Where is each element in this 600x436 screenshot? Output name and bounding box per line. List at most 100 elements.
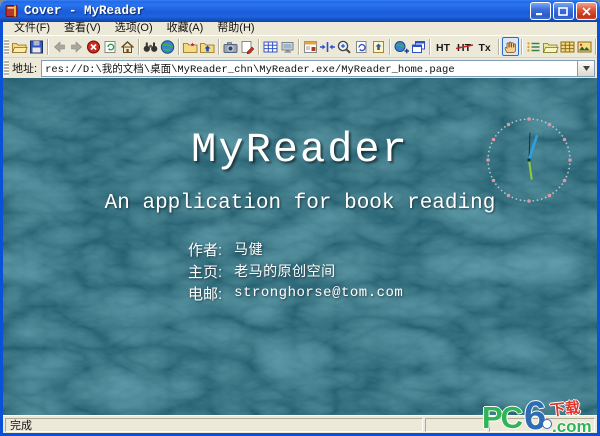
monitor-view-button[interactable] <box>279 37 296 56</box>
arrow-right-icon <box>68 39 85 55</box>
folder-open2-icon <box>542 39 559 55</box>
folder-up-button[interactable] <box>199 37 216 56</box>
chevron-down-icon <box>582 65 590 71</box>
toolbar-separator <box>298 38 300 55</box>
menu-help[interactable]: 帮助(H) <box>211 22 260 35</box>
toolbar-separator <box>389 38 391 55</box>
menu-options[interactable]: 选项(O) <box>109 22 159 35</box>
index-list-button[interactable] <box>525 37 542 56</box>
toolbar-separator <box>47 38 49 55</box>
table-icon <box>262 39 279 55</box>
toolbar-separator <box>138 38 140 55</box>
text-ht-strike-icon: HT <box>456 39 473 55</box>
text-mode-button[interactable]: Tx <box>475 37 496 56</box>
close-icon <box>582 6 591 16</box>
address-value[interactable]: res://D:\我的文档\桌面\MyReader_chn\MyReader.e… <box>42 61 577 76</box>
open-url-button[interactable] <box>393 37 410 56</box>
refresh-icon <box>102 39 119 55</box>
fit-width-icon <box>319 39 336 55</box>
thumbnails-button[interactable] <box>559 37 576 56</box>
zoom-button[interactable] <box>336 37 353 56</box>
cascade-icon <box>410 39 427 55</box>
magnifier-icon <box>336 39 353 55</box>
addressbar-grip[interactable] <box>4 60 9 76</box>
export-page-button[interactable] <box>370 37 387 56</box>
maximize-icon <box>558 6 568 16</box>
address-label: 地址: <box>12 63 38 75</box>
search-button[interactable] <box>142 37 159 56</box>
title-bar[interactable]: Cover - MyReader <box>0 0 600 22</box>
window-frame: 文件(F)查看(V)选项(O)收藏(A)帮助(H) HTHTTx? 地址: re… <box>0 22 600 436</box>
image-icon <box>576 39 593 55</box>
toolbar-separator <box>258 38 260 55</box>
clock-widget <box>486 117 572 203</box>
page-up-icon <box>370 39 387 55</box>
save-button[interactable] <box>28 37 45 56</box>
favorites-folder-button[interactable] <box>182 37 199 56</box>
page-rotate-icon <box>353 39 370 55</box>
rotate-page-button[interactable] <box>353 37 370 56</box>
menu-view[interactable]: 查看(V) <box>58 22 107 35</box>
status-panel <box>425 417 487 432</box>
open-button[interactable] <box>11 37 28 56</box>
html-off-button[interactable]: HT <box>454 37 475 56</box>
edit-image-button[interactable] <box>239 37 256 56</box>
image-view-button[interactable] <box>576 37 593 56</box>
page-layout-button[interactable] <box>302 37 319 56</box>
info-label: 电邮: <box>188 285 223 303</box>
folder-star-icon <box>182 39 199 55</box>
camera-icon <box>222 39 239 55</box>
status-panel <box>489 417 595 432</box>
floppy-icon <box>28 39 45 55</box>
home-button[interactable] <box>119 37 136 56</box>
html-mode-button[interactable]: HT <box>433 37 454 56</box>
status-bar: 完成 <box>3 415 597 433</box>
status-text: 完成 <box>5 417 423 432</box>
arrow-left-icon <box>51 39 68 55</box>
menu-favorites[interactable]: 收藏(A) <box>161 22 210 35</box>
grid-yellow-icon <box>559 39 576 55</box>
address-input[interactable]: res://D:\我的文档\桌面\MyReader_chn\MyReader.e… <box>41 59 595 77</box>
address-bar: 地址: res://D:\我的文档\桌面\MyReader_chn\MyRead… <box>3 58 597 78</box>
stop-icon <box>85 39 102 55</box>
folder-up-icon <box>199 39 216 55</box>
toolbar-separator <box>429 38 431 55</box>
hand-tool-button[interactable] <box>502 37 519 56</box>
browser-button[interactable] <box>159 37 176 56</box>
toolbar-grip[interactable] <box>4 38 9 55</box>
page-layout-icon <box>302 39 319 55</box>
stop-button[interactable] <box>85 37 102 56</box>
monitor-icon <box>279 39 296 55</box>
home-icon <box>119 39 136 55</box>
minimize-icon <box>536 12 542 15</box>
minimize-button[interactable] <box>530 2 551 20</box>
info-row: 电邮: stronghorse@tom.com <box>188 282 403 304</box>
address-dropdown-button[interactable] <box>577 60 594 76</box>
svg-text:Tx: Tx <box>479 42 491 54</box>
cascade-windows-button[interactable] <box>410 37 427 56</box>
table-view-button[interactable] <box>262 37 279 56</box>
binoculars-icon <box>142 39 159 55</box>
maximize-button[interactable] <box>553 2 574 20</box>
text-tx-icon: Tx <box>477 39 494 55</box>
info-row: 作者: 马健 <box>188 238 403 260</box>
toolbar-separator <box>595 38 597 55</box>
open-book-button[interactable] <box>542 37 559 56</box>
info-value: 马健 <box>234 243 264 259</box>
info-value: 老马的原创空间 <box>234 265 336 281</box>
list-icon <box>525 39 542 55</box>
snapshot-button[interactable] <box>222 37 239 56</box>
menu-file[interactable]: 文件(F) <box>8 22 56 35</box>
refresh-button[interactable] <box>102 37 119 56</box>
window-title: Cover - MyReader <box>24 4 145 18</box>
info-block: 作者: 马健 主页: 老马的原创空间 电邮: stronghorse@tom.com <box>188 238 403 304</box>
toolbar-separator <box>178 38 180 55</box>
toolbar-separator <box>218 38 220 55</box>
app-window: Cover - MyReader 文件(F) 查看(V) 选项(O) 收藏(A) 帮助(… <box>0 0 600 436</box>
info-label: 作者: <box>188 241 223 259</box>
close-button[interactable] <box>576 2 597 20</box>
page-content: MyReader An application for book reading… <box>3 78 597 415</box>
folder-open-icon <box>11 39 28 55</box>
fit-width-button[interactable] <box>319 37 336 56</box>
globe-icon <box>159 39 176 55</box>
